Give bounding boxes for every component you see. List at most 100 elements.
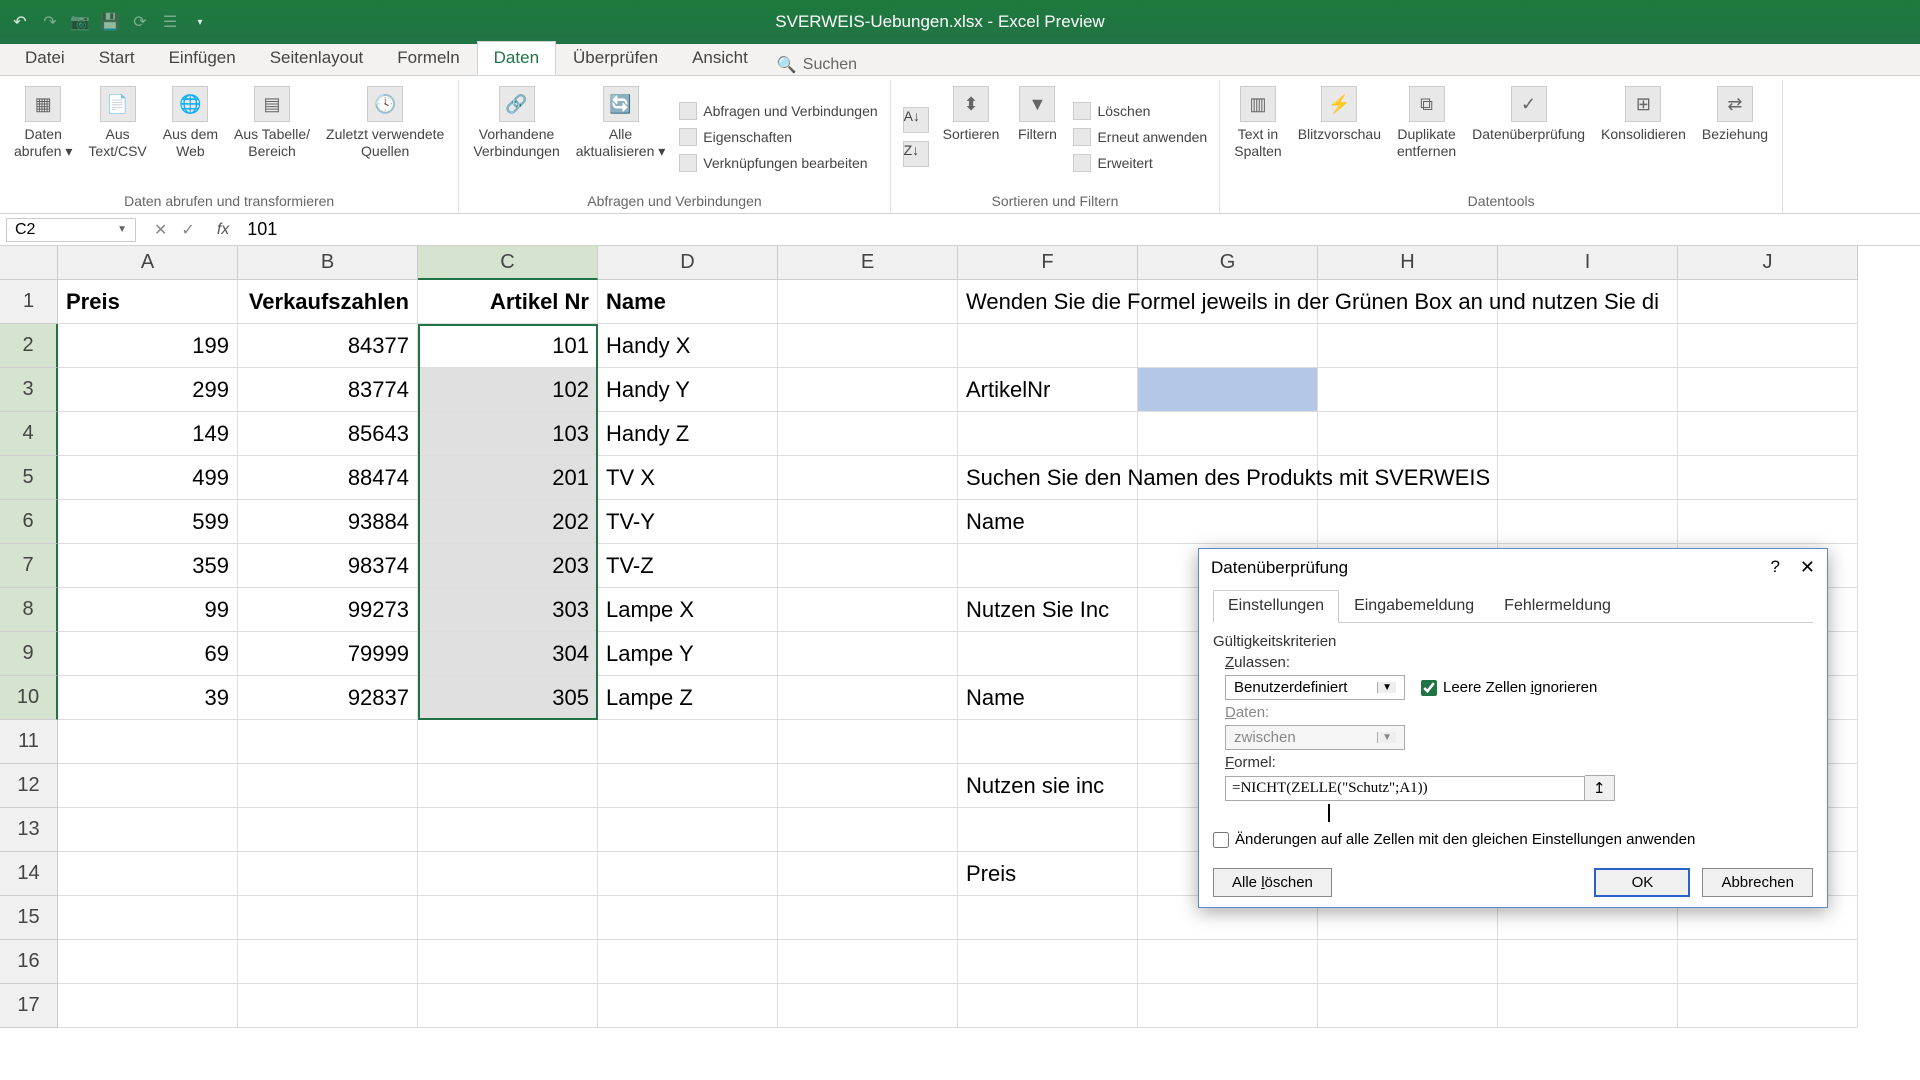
relationships-button[interactable]: ⇄Beziehung [1696,82,1774,191]
cell-E11[interactable] [778,720,958,764]
cell-C9[interactable]: 304 [418,632,598,676]
cell-A8[interactable]: 99 [58,588,238,632]
clear-filter-button[interactable]: Löschen [1069,100,1211,122]
from-table-range-button[interactable]: ▤Aus Tabelle/Bereich [228,82,316,191]
cell-E10[interactable] [778,676,958,720]
cell-F15[interactable] [958,896,1138,940]
allow-select[interactable]: Benutzerdefiniert ▼ [1225,675,1405,700]
remove-duplicates-button[interactable]: ⧉Duplikateentfernen [1391,82,1462,191]
cell-A13[interactable] [58,808,238,852]
cell-H6[interactable] [1318,500,1498,544]
cell-J2[interactable] [1678,324,1858,368]
cell-A7[interactable]: 359 [58,544,238,588]
cell-E13[interactable] [778,808,958,852]
row-header-6[interactable]: 6 [0,500,58,544]
cell-C10[interactable]: 305 [418,676,598,720]
cell-C2[interactable]: 101 [418,324,598,368]
cell-C14[interactable] [418,852,598,896]
cell-H16[interactable] [1318,940,1498,984]
filter-button[interactable]: ▼Filtern [1009,82,1065,191]
cell-B2[interactable]: 84377 [238,324,418,368]
row-header-11[interactable]: 11 [0,720,58,764]
cell-I6[interactable] [1498,500,1678,544]
cell-A17[interactable] [58,984,238,1028]
cell-D12[interactable] [598,764,778,808]
cell-J17[interactable] [1678,984,1858,1028]
cell-D14[interactable] [598,852,778,896]
cell-C12[interactable] [418,764,598,808]
cell-C6[interactable]: 202 [418,500,598,544]
row-header-1[interactable]: 1 [0,280,58,324]
row-header-15[interactable]: 15 [0,896,58,940]
ignore-blank-input[interactable] [1421,680,1437,696]
cell-D5[interactable]: TV X [598,456,778,500]
name-box[interactable]: C2 ▼ [6,218,136,242]
cell-I16[interactable] [1498,940,1678,984]
row-header-8[interactable]: 8 [0,588,58,632]
cell-C17[interactable] [418,984,598,1028]
ok-button[interactable]: OK [1594,868,1690,897]
cell-B9[interactable]: 79999 [238,632,418,676]
cell-F1[interactable]: Wenden Sie die Formel jeweils in der Grü… [958,280,1138,324]
undo-icon[interactable]: ↶ [10,12,30,32]
cell-F10[interactable]: Name [958,676,1138,720]
cell-B10[interactable]: 92837 [238,676,418,720]
cell-F5[interactable]: Suchen Sie den Namen des Produkts mit SV… [958,456,1138,500]
cell-B8[interactable]: 99273 [238,588,418,632]
tab-datei[interactable]: Datei [8,41,82,75]
row-header-7[interactable]: 7 [0,544,58,588]
cell-F3[interactable]: ArtikelNr [958,368,1138,412]
tab-formeln[interactable]: Formeln [380,41,476,75]
cancel-button[interactable]: Abbrechen [1702,868,1813,897]
tab-ansicht[interactable]: Ansicht [675,41,765,75]
row-header-16[interactable]: 16 [0,940,58,984]
close-icon[interactable]: ✕ [1800,557,1815,578]
cell-F11[interactable] [958,720,1138,764]
refresh-icon[interactable]: ⟳ [130,12,150,32]
cell-F17[interactable] [958,984,1138,1028]
edit-links-button[interactable]: Verknüpfungen bearbeiten [675,152,881,174]
col-header-C[interactable]: C [418,246,598,280]
cell-A1[interactable]: Preis [58,280,238,324]
cell-F7[interactable] [958,544,1138,588]
row-header-12[interactable]: 12 [0,764,58,808]
cell-D1[interactable]: Name [598,280,778,324]
cell-I4[interactable] [1498,412,1678,456]
dialog-tab-input-message[interactable]: Eingabemeldung [1339,590,1489,622]
cell-B3[interactable]: 83774 [238,368,418,412]
cell-D11[interactable] [598,720,778,764]
cell-B17[interactable] [238,984,418,1028]
data-validation-button[interactable]: ✓Datenüberprüfung [1466,82,1591,191]
cell-B16[interactable] [238,940,418,984]
cell-D6[interactable]: TV-Y [598,500,778,544]
cell-F4[interactable] [958,412,1138,456]
cell-B11[interactable] [238,720,418,764]
row-header-4[interactable]: 4 [0,412,58,456]
cell-F16[interactable] [958,940,1138,984]
cell-E1[interactable] [778,280,958,324]
get-data-button[interactable]: ▦Datenabrufen ▾ [8,82,78,191]
cell-D10[interactable]: Lampe Z [598,676,778,720]
cell-D13[interactable] [598,808,778,852]
clear-all-button[interactable]: Alle löschen [1213,868,1332,897]
cell-D8[interactable]: Lampe X [598,588,778,632]
tab-einfuegen[interactable]: Einfügen [152,41,253,75]
flash-fill-button[interactable]: ⚡Blitzvorschau [1292,82,1387,191]
row-header-9[interactable]: 9 [0,632,58,676]
row-header-3[interactable]: 3 [0,368,58,412]
cell-J4[interactable] [1678,412,1858,456]
cell-H2[interactable] [1318,324,1498,368]
range-selector-button[interactable]: ↥ [1585,775,1615,801]
cell-B14[interactable] [238,852,418,896]
dialog-titlebar[interactable]: Datenüberprüfung ? ✕ [1199,549,1827,586]
cell-A15[interactable] [58,896,238,940]
cell-F9[interactable] [958,632,1138,676]
cell-E17[interactable] [778,984,958,1028]
row-header-17[interactable]: 17 [0,984,58,1028]
chevron-down-icon[interactable]: ▼ [117,224,127,235]
cell-D15[interactable] [598,896,778,940]
row-header-5[interactable]: 5 [0,456,58,500]
cell-B5[interactable]: 88474 [238,456,418,500]
text-to-columns-button[interactable]: ▥Text inSpalten [1228,82,1287,191]
from-web-button[interactable]: 🌐Aus demWeb [157,82,224,191]
